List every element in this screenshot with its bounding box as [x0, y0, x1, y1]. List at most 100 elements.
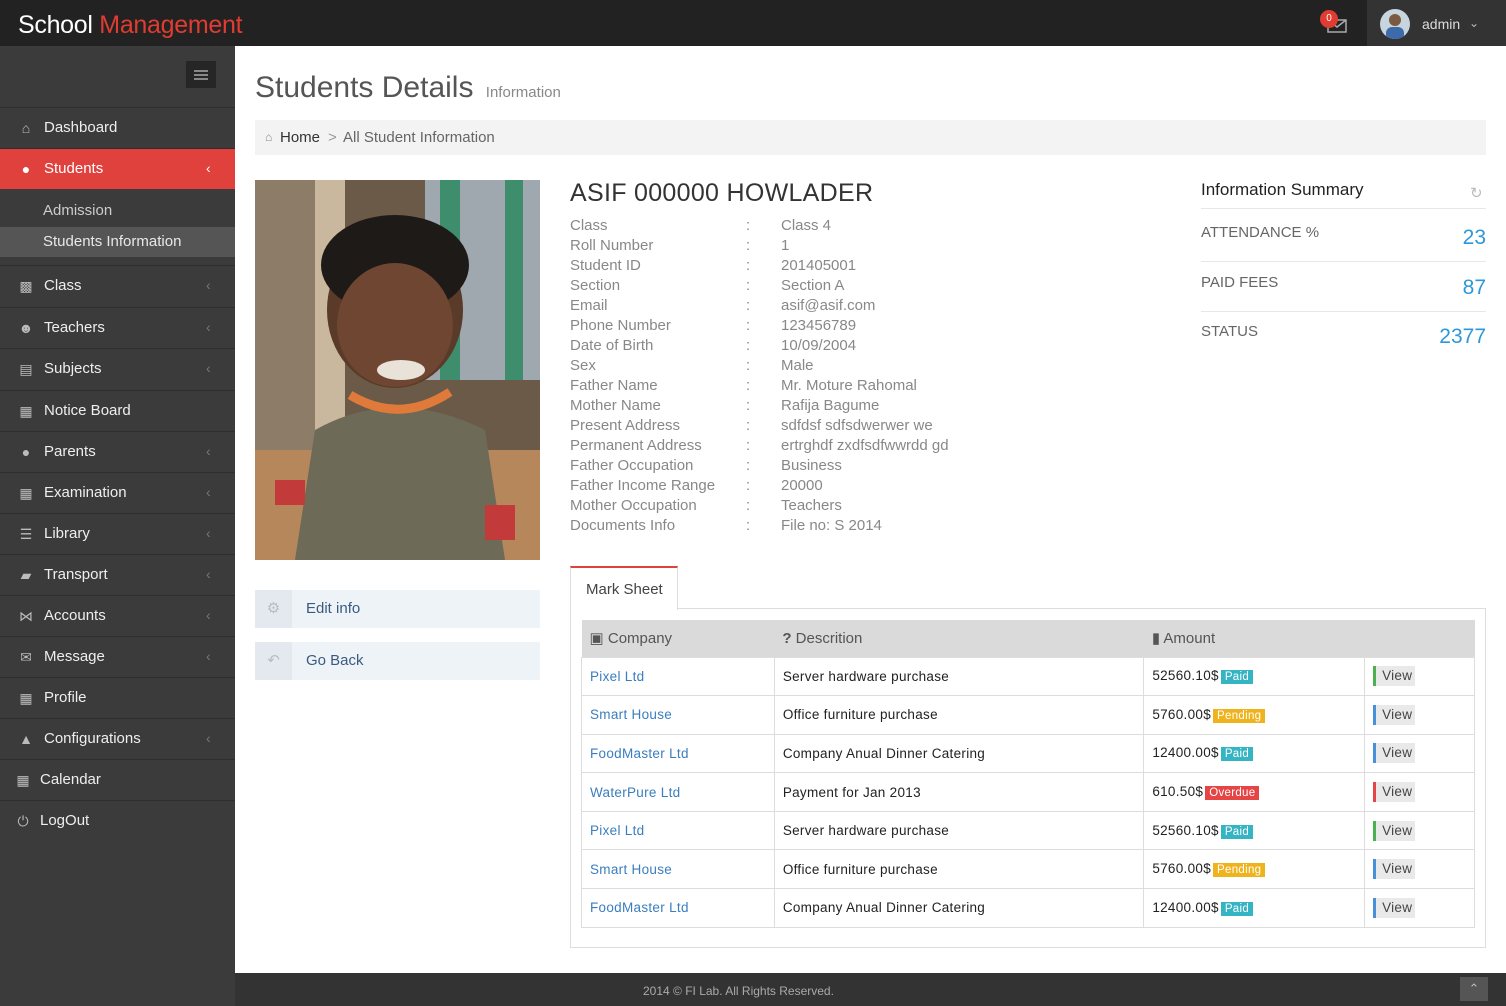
detail-value: 201405001 [781, 257, 857, 274]
detail-row: Permanent Address: ertrghdf zxdfsdfwwrdd … [570, 437, 1150, 457]
view-button[interactable]: View [1373, 859, 1416, 880]
column-header-description[interactable]: ? Descrition [774, 620, 1144, 657]
view-button[interactable]: View [1373, 820, 1416, 841]
sidebar-item-logout[interactable]: ⏻ LogOut [0, 800, 235, 841]
reply-icon: ↶ [255, 642, 292, 680]
refresh-icon[interactable]: ↻ [1470, 184, 1483, 202]
detail-row: Mother Name: Rafija Bagume [570, 397, 1150, 417]
sidebar-item-teachers[interactable]: ☻ Teachers ‹ [0, 307, 235, 348]
page-title-text: Students Details [255, 71, 474, 104]
sidebar-toggle-button[interactable] [186, 61, 216, 88]
detail-key: Phone Number [570, 317, 671, 334]
book-icon: ▤ [19, 361, 33, 377]
view-button[interactable]: View [1373, 897, 1416, 918]
column-header-label: Company [607, 630, 673, 648]
edit-info-label: Edit info [306, 600, 361, 617]
sidebar-item-calendar[interactable]: ▦ Calendar [0, 759, 235, 800]
view-button[interactable]: View [1373, 666, 1416, 687]
breadcrumb-home-link[interactable]: Home [280, 129, 320, 146]
sidebar-item-label: Message [44, 648, 105, 665]
company-link[interactable]: FoodMaster Ltd [581, 888, 775, 928]
sidebar-item-students[interactable]: ● Students ‹ [0, 148, 235, 189]
amount-cell: 610.50$ Overdue [1143, 772, 1366, 812]
detail-row: Mother Occupation: Teachers [570, 497, 1150, 517]
sidebar-item-parents[interactable]: ● Parents ‹ [0, 431, 235, 472]
chevron-left-icon: ‹ [206, 443, 211, 459]
summary-divider [1201, 261, 1486, 262]
sidebar-item-notice-board[interactable]: ▦ Notice Board [0, 390, 235, 431]
sidebar-item-message[interactable]: ✉ Message ‹ [0, 636, 235, 677]
sidebar-subitem-admission[interactable]: Admission [0, 196, 235, 226]
status-badge: Paid [1220, 670, 1254, 685]
sidebar-item-library[interactable]: ☰ Library ‹ [0, 513, 235, 554]
sidebar-item-dashboard[interactable]: ⌂ Dashboard [0, 107, 235, 148]
sidebar-item-class[interactable]: ▩ Class ‹ [0, 265, 235, 306]
amount-cell: 52560.10$ Paid [1143, 656, 1366, 697]
brand-accent-text: Management [99, 11, 243, 39]
view-button[interactable]: View [1373, 704, 1416, 725]
column-header-company[interactable]: ▣ Company [581, 620, 775, 657]
detail-key: Documents Info [570, 517, 676, 534]
summary-value-status: 2377 [1439, 325, 1486, 348]
sidebar-item-profile[interactable]: ▦ Profile [0, 677, 235, 718]
scroll-to-top-button[interactable]: ⌃ [1460, 977, 1488, 1001]
detail-key: Date of Birth [570, 337, 654, 354]
chevron-down-icon: ⌄ [1469, 16, 1480, 30]
detail-key: Email [570, 297, 608, 314]
sidebar-subitem-students-information[interactable]: Students Information [0, 227, 235, 257]
tab-mark-sheet[interactable]: Mark Sheet [570, 566, 678, 610]
amount-cell: 5760.00$ Pending [1143, 849, 1366, 890]
sidebar-item-accounts[interactable]: ⋈ Accounts ‹ [0, 595, 235, 636]
detail-colon: : [746, 497, 751, 514]
detail-value: Class 4 [781, 217, 832, 234]
company-link[interactable]: Pixel Ltd [581, 810, 775, 851]
sidebar-item-subjects[interactable]: ▤ Subjects ‹ [0, 348, 235, 389]
company-link[interactable]: WaterPure Ltd [581, 772, 775, 812]
user-group-icon: ☻ [18, 320, 34, 336]
brand-text: School [18, 11, 100, 39]
company-link[interactable]: FoodMaster Ltd [581, 733, 775, 774]
company-link[interactable]: Pixel Ltd [581, 656, 775, 697]
go-back-label: Go Back [306, 652, 364, 669]
detail-value: File no: S 2014 [781, 517, 882, 534]
detail-key: Mother Occupation [570, 497, 697, 514]
sidebar-item-transport[interactable]: ▰ Transport ‹ [0, 554, 235, 595]
action-cell: View [1364, 733, 1475, 774]
power-icon: ⏻ [17, 813, 29, 829]
student-name: ASIF 000000 HOWLADER [570, 179, 874, 207]
sidebar-item-label: Class [44, 277, 82, 294]
summary-value-attendance: 23 [1462, 226, 1486, 249]
user-menu[interactable]: admin ⌄ [1367, 0, 1506, 46]
breadcrumb-separator: > [328, 129, 337, 146]
sidebar-item-label: Teachers [44, 319, 105, 336]
user-icon: ● [21, 444, 31, 460]
table-row: Smart House Office furniture purchase 5760… [581, 849, 1475, 890]
sidebar-item-label: Students [44, 160, 104, 177]
company-link[interactable]: Smart House [581, 849, 775, 890]
share-icon: ⋈ [19, 608, 33, 624]
chevron-left-icon: ‹ [206, 607, 211, 623]
detail-value: Business [781, 457, 842, 474]
breadcrumb-current: All Student Information [343, 129, 495, 146]
sidebar-item-configurations[interactable]: ▲ Configurations ‹ [0, 718, 235, 759]
brand-logo[interactable]: School Management [18, 11, 243, 40]
view-button[interactable]: View [1373, 782, 1416, 803]
detail-value: 20000 [781, 477, 823, 494]
edit-info-button[interactable]: ⚙ Edit info [255, 590, 540, 628]
detail-colon: : [746, 457, 751, 474]
amount-value: 12400.00$ [1152, 899, 1219, 915]
chevron-left-icon: ‹ [206, 525, 211, 541]
detail-value: Section A [781, 277, 845, 294]
sidebar-item-examination[interactable]: ▦ Examination ‹ [0, 472, 235, 513]
chevron-left-icon: ‹ [206, 648, 211, 664]
go-back-button[interactable]: ↶ Go Back [255, 642, 540, 680]
company-link[interactable]: Smart House [581, 695, 775, 735]
detail-key: Student ID [570, 257, 641, 274]
description-cell: Company Anual Dinner Catering [773, 888, 1145, 928]
view-button[interactable]: View [1373, 743, 1416, 764]
detail-value: sdfdsf sdfsdwerwer we [781, 417, 933, 434]
column-header-amount[interactable]: ▮ Amount [1143, 620, 1365, 657]
action-cell: View [1364, 695, 1475, 735]
table-icon: ▦ [19, 485, 33, 501]
amount-cell: 52560.10$ Paid [1143, 810, 1366, 851]
